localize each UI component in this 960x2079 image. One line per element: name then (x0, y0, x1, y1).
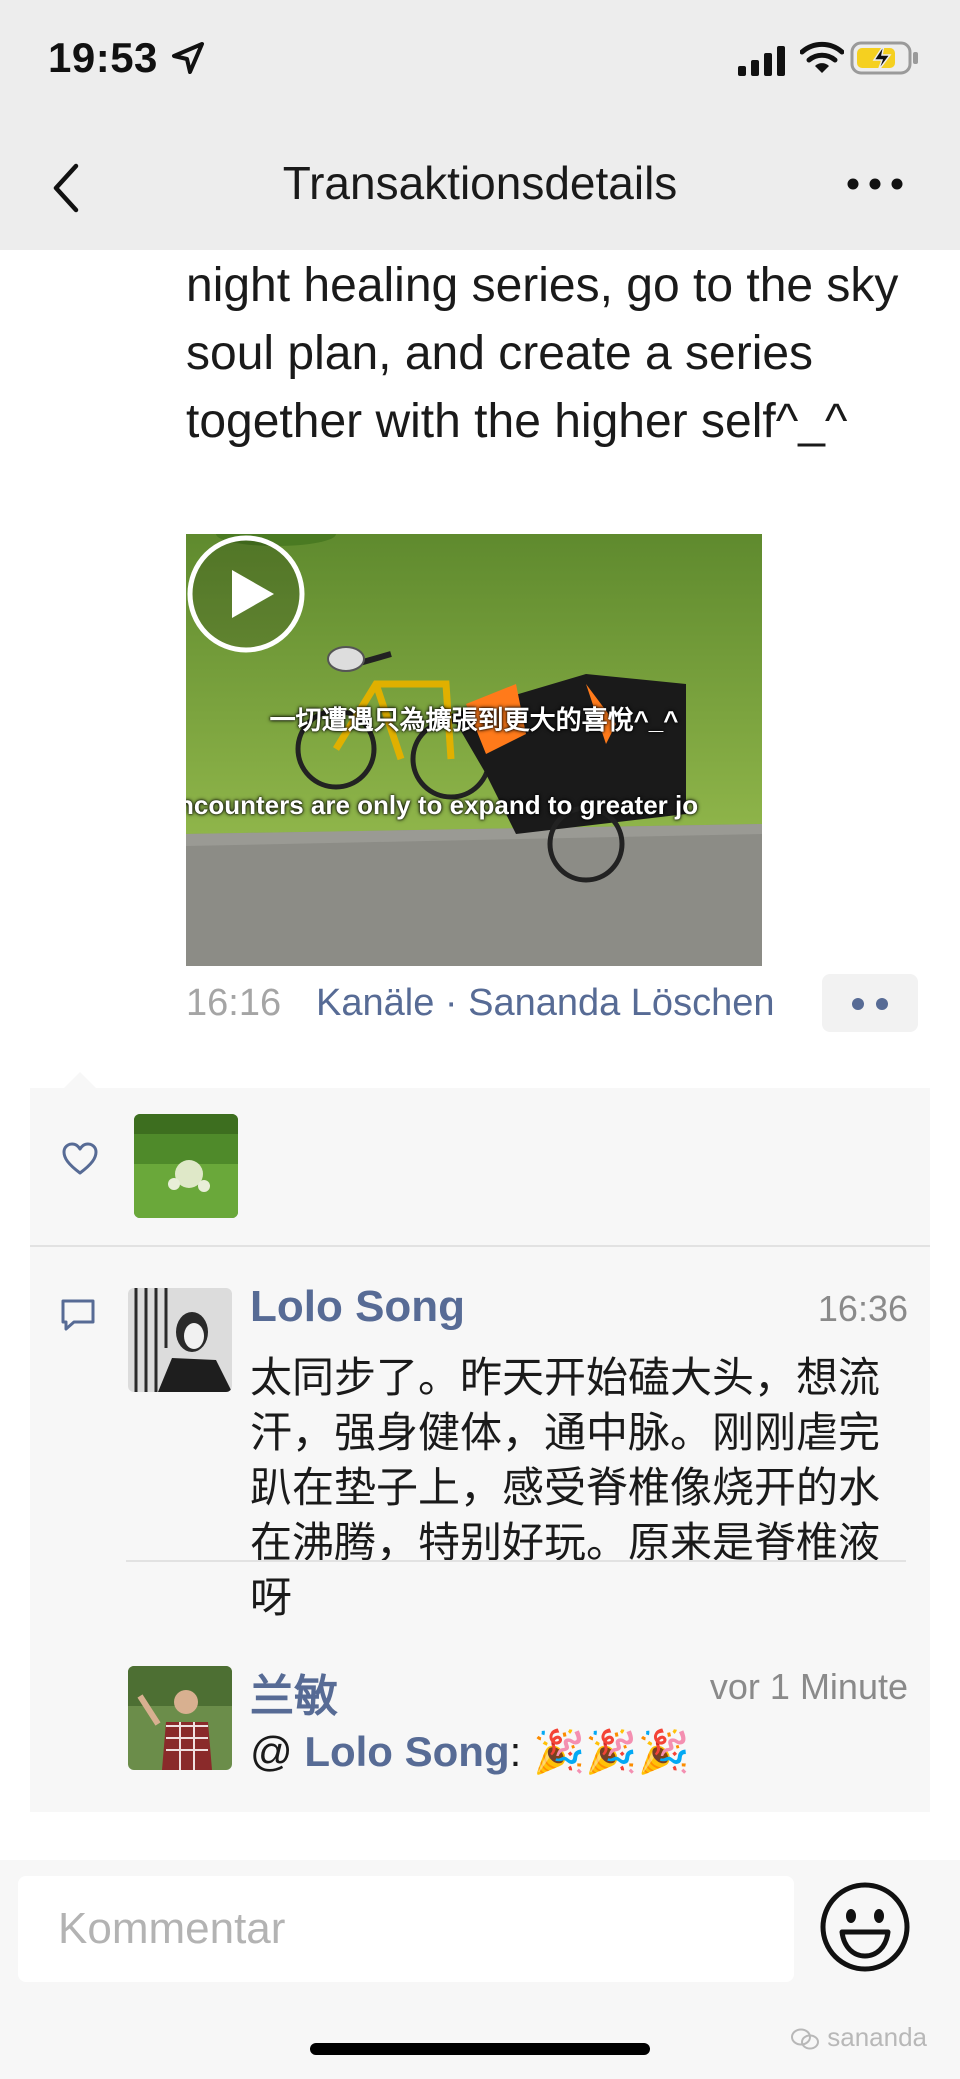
social-panel-notch (64, 1072, 96, 1088)
reply-prefix: @ (250, 1728, 305, 1775)
watermark: sananda (790, 2022, 927, 2053)
post-time: 16:16 (186, 982, 282, 1024)
reply-mention[interactable]: Lolo Song (304, 1728, 509, 1775)
post-source-link[interactable]: Kanäle · Sananda Löschen (316, 982, 774, 1025)
avatar-image (128, 1666, 232, 1770)
reply-body: : 🎉🎉🎉 (509, 1728, 690, 1775)
ellipsis-icon[interactable] (845, 174, 905, 194)
location-arrow-icon (172, 42, 204, 74)
action-dot-icon (852, 998, 864, 1010)
comment-time: 16:36 (817, 1288, 908, 1329)
wechat-logo-icon (791, 2028, 819, 2050)
play-icon[interactable] (186, 534, 306, 654)
avatar[interactable] (128, 1666, 232, 1770)
heart-icon (62, 1142, 98, 1175)
like-avatar[interactable] (134, 1114, 238, 1218)
status-time: 19:53 (48, 34, 158, 81)
divider (30, 1245, 930, 1247)
nav-bar: Transaktionsdetails (0, 120, 960, 250)
video-caption-english: ncounters are only to expand to greater … (186, 790, 699, 820)
post-meta: 16:16 Kanäle · Sananda Löschen (186, 974, 926, 1038)
comment-author[interactable]: 兰敏 (250, 1660, 338, 1724)
reply-text: @ Lolo Song: 🎉🎉🎉 (250, 1728, 690, 1777)
comment-icon (61, 1299, 95, 1331)
post-action-button[interactable] (822, 974, 918, 1032)
action-dot-icon (876, 998, 888, 1010)
avatar-image (128, 1288, 232, 1392)
social-panel: Lolo Song 16:36 太同步了。昨天开始磕大头，想流汗，强身健体，通中… (30, 1088, 930, 1812)
battery-charging-icon (850, 41, 918, 75)
comment-input[interactable] (18, 1876, 794, 1982)
avatar[interactable] (128, 1288, 232, 1392)
comment-divider (126, 1560, 906, 1562)
wifi-icon (800, 41, 844, 73)
cellular-signal-icon (738, 46, 785, 76)
video-thumbnail[interactable]: 一切遭遇只為擴張到更大的喜悅^_^ ncounters are only to … (186, 534, 762, 966)
smiley-face-icon[interactable] (818, 1880, 912, 1974)
comment-time: vor 1 Minute (709, 1666, 908, 1707)
status-bar: 19:53 (0, 0, 960, 120)
post-text: night healing series, go to the sky soul… (186, 259, 899, 448)
comment-author[interactable]: Lolo Song (250, 1282, 465, 1332)
page-title: Transaktionsdetails (282, 157, 678, 209)
watermark-text: sananda (827, 2022, 927, 2052)
avatar-image (134, 1114, 238, 1218)
video-caption-chinese: 一切遭遇只為擴張到更大的喜悅^_^ (269, 705, 679, 735)
comment-text: 太同步了。昨天开始磕大头，想流汗，强身健体，通中脉。刚刚虐完趴在垫子上，感受脊椎… (250, 1354, 881, 1621)
home-indicator[interactable] (310, 2043, 650, 2055)
